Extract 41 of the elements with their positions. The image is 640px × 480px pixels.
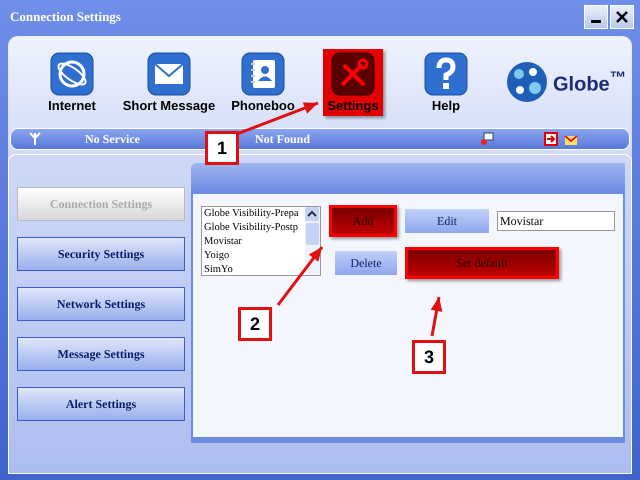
pointer-arrow (276, 246, 324, 306)
list-item[interactable]: Globe Visibility-Postp (204, 221, 305, 235)
sidebar-item[interactable]: Message Settings (17, 337, 185, 371)
list-item[interactable]: Movistar (204, 235, 305, 249)
envelope-icon (146, 52, 191, 96)
list-item[interactable]: Globe Visibility-Prepa (204, 207, 305, 221)
callout-number: 1 (205, 131, 239, 165)
network-computer-icon (480, 132, 494, 146)
logo-text: Globe$^{™}$ (553, 68, 626, 96)
antenna-icon (29, 132, 41, 146)
scroll-up-icon[interactable] (305, 207, 319, 221)
toolbar-button[interactable]: Settings (323, 48, 383, 116)
action-button[interactable]: Delete (335, 251, 397, 275)
signal-status: No Service (85, 132, 141, 146)
address-book-icon (240, 52, 285, 96)
close-button[interactable] (610, 5, 634, 29)
exit-icon (544, 132, 558, 146)
globe-ball-icon (505, 60, 549, 104)
profile-list[interactable]: Globe Visibility-Prepa Globe Visibility-Postp Movistar Yoigo SimYo (201, 206, 321, 276)
toolbar-button[interactable]: Phoneboo (227, 48, 299, 116)
window-title: Connection Settings (10, 9, 121, 25)
list-item[interactable]: SimYo (204, 263, 305, 275)
minimize-icon (591, 20, 601, 22)
action-button[interactable]: Edit (405, 209, 489, 233)
toolbar-button[interactable]: Help (420, 48, 472, 116)
sidebar-item[interactable]: Security Settings (17, 237, 185, 271)
sidebar-item[interactable]: Network Settings (17, 287, 185, 321)
callout-number: 2 (238, 307, 272, 341)
profile-name-field[interactable]: Movistar (497, 211, 615, 231)
list-item[interactable]: Yoigo (204, 249, 305, 263)
pointer-arrow (430, 296, 442, 336)
sidebar-item[interactable]: Alert Settings (17, 387, 185, 421)
callout-number: 3 (412, 340, 446, 374)
network-status: Not Found (255, 132, 310, 146)
help-icon (424, 52, 468, 96)
toolbar-button[interactable]: Internet (44, 48, 100, 116)
toolbar-button[interactable]: Short Message (118, 48, 220, 116)
tools-icon (330, 52, 375, 96)
globe-icon (50, 52, 94, 96)
close-icon (615, 10, 629, 24)
minimize-button[interactable] (584, 5, 608, 29)
